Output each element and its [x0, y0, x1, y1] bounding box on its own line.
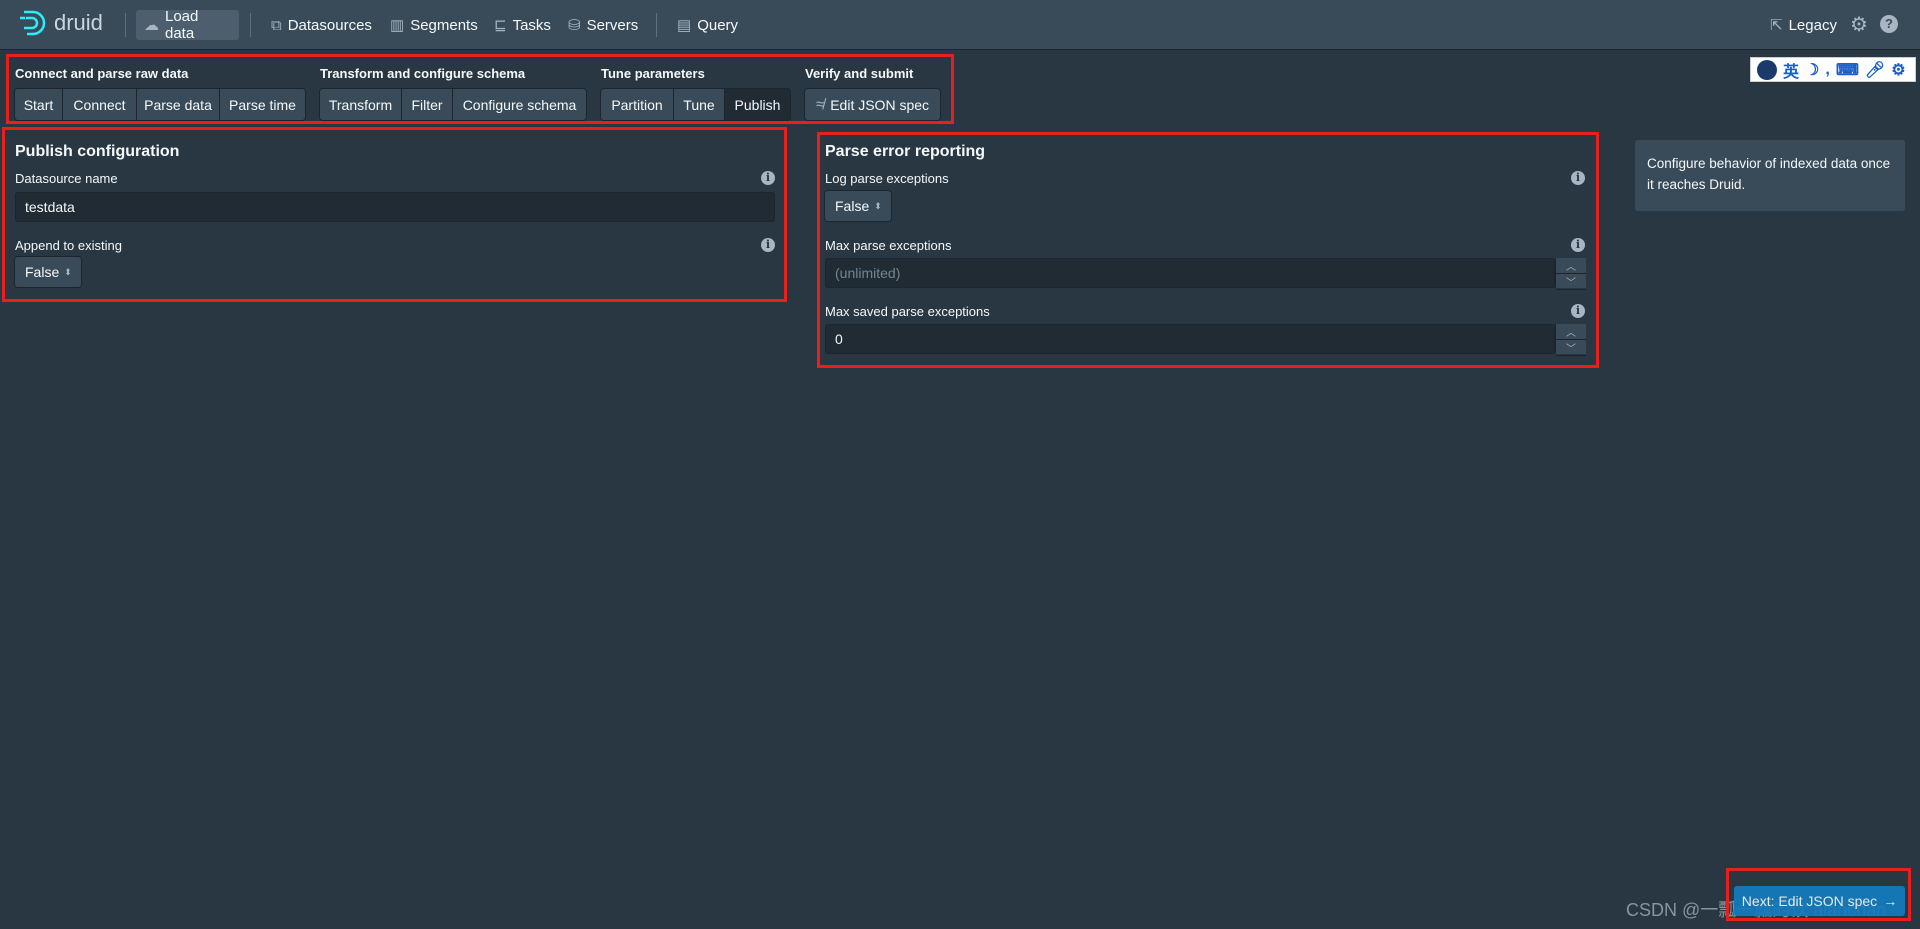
divider [125, 13, 126, 37]
nav-label: Servers [586, 16, 639, 34]
next-button[interactable]: Next: Edit JSON spec → [1734, 886, 1905, 916]
multi-select-icon: ⧉ [271, 16, 282, 34]
step-tune[interactable]: Tune [674, 89, 725, 120]
step-parse-data[interactable]: Parse data [137, 89, 220, 120]
nav-label: Segments [410, 16, 478, 34]
step-group-label: Verify and submit [805, 66, 914, 81]
step-group-label: Connect and parse raw data [15, 66, 189, 81]
step-group-transform: Transform Filter Configure schema [320, 89, 586, 120]
microphone-icon[interactable]: 🎤︎ [1865, 60, 1885, 80]
nav-label: Load data [165, 8, 199, 42]
chevron-up-icon[interactable]: ︿ [1556, 324, 1586, 340]
append-to-existing-select[interactable]: False ⬍ [15, 257, 81, 287]
step-label: Edit JSON spec [830, 96, 930, 113]
chevron-down-icon[interactable]: ﹀ [1556, 340, 1586, 356]
button-label: Next: Edit JSON spec [1741, 893, 1878, 909]
nav-datasources[interactable]: ⧉ Datasources [263, 10, 380, 40]
section-title: Publish configuration [15, 143, 180, 160]
keyboard-icon[interactable]: ⌨ [1836, 60, 1859, 80]
nav-label: Datasources [287, 16, 372, 34]
info-icon[interactable]: i [1571, 171, 1585, 185]
info-text: Configure behavior of indexed data once … [1647, 156, 1891, 192]
step-edit-json-spec[interactable]: ≉ Edit JSON spec [805, 89, 940, 120]
publish-panel: Publish configuration [15, 143, 179, 161]
ime-mode[interactable]: 英 [1783, 58, 1799, 82]
share-icon: ⇱ [1770, 17, 1783, 34]
application-icon: ▤ [677, 17, 692, 34]
step-group-label: Tune parameters [601, 66, 705, 81]
ime-logo-icon [1757, 59, 1777, 80]
divider [250, 13, 251, 37]
datasource-name-input[interactable]: testdata [15, 192, 775, 222]
manually-entered-data-icon: ≉ [815, 96, 825, 113]
ime-toolbar[interactable]: 英 ☽, ⌨ 🎤︎ ⚙ [1750, 57, 1916, 82]
nav-label: Query [697, 16, 739, 34]
nav-segments[interactable]: ▥ Segments [382, 10, 486, 40]
chevron-down-icon[interactable]: ﹀ [1556, 274, 1586, 290]
settings-icon[interactable]: ⚙ [1891, 60, 1905, 80]
gantt-chart-icon: ⊑ [494, 17, 507, 34]
logo-text: druid [54, 10, 103, 35]
step-group-tune: Partition Tune Publish [601, 89, 790, 120]
log-parse-exceptions-select[interactable]: False ⬍ [825, 191, 891, 221]
section-title: Parse error reporting [825, 143, 986, 160]
step-group-label: Transform and configure schema [320, 66, 526, 81]
legacy-label: Legacy [1788, 16, 1837, 34]
step-filter[interactable]: Filter [402, 89, 453, 120]
step-configure-schema[interactable]: Configure schema [453, 89, 586, 120]
select-value: False [835, 198, 870, 214]
top-navbar: druid ☁ Load data ⧉ Datasources ▥ Segments … [0, 0, 1920, 49]
step-start[interactable]: Start [15, 89, 63, 120]
numeric-stepper: ︿ ﹀ [1555, 324, 1586, 356]
help-icon[interactable]: ? [1880, 15, 1898, 33]
punctuation-icon[interactable]: , [1825, 61, 1829, 79]
nav-tasks[interactable]: ⊑ Tasks [486, 10, 559, 40]
moon-icon[interactable]: ☽ [1805, 60, 1819, 80]
input-value: 0 [835, 331, 843, 347]
nav-label: Tasks [512, 16, 551, 34]
max-parse-exceptions-input[interactable]: (unlimited) [825, 258, 1555, 288]
druid-logo[interactable]: druid [18, 9, 103, 37]
step-group-connect: Start Connect Parse data Parse time [15, 89, 305, 120]
max-parse-exceptions-label: Max parse exceptions [825, 238, 952, 253]
step-publish[interactable]: Publish [725, 89, 790, 120]
max-saved-parse-exceptions-input[interactable]: 0 [825, 324, 1555, 354]
max-parse-exceptions-field: (unlimited) ︿ ﹀ [825, 258, 1586, 290]
datasource-name-label: Datasource name [15, 171, 118, 186]
append-to-existing-label: Append to existing [15, 238, 122, 253]
nav-servers[interactable]: ⛁ Servers [560, 10, 646, 40]
nav-query[interactable]: ▤ Query [669, 10, 746, 40]
max-saved-parse-exceptions-field: 0 ︿ ﹀ [825, 324, 1586, 356]
druid-logo-icon [20, 10, 46, 36]
max-saved-parse-exceptions-label: Max saved parse exceptions [825, 304, 990, 319]
info-icon[interactable]: i [761, 171, 775, 185]
cloud-upload-icon: ☁ [144, 17, 159, 34]
database-icon: ⛁ [568, 17, 581, 34]
divider [656, 13, 657, 37]
placeholder: (unlimited) [835, 265, 901, 281]
legacy-link[interactable]: ⇱ Legacy [1762, 10, 1845, 40]
info-callout: Configure behavior of indexed data once … [1635, 140, 1905, 211]
arrow-right-icon: → [1883, 893, 1898, 909]
info-icon[interactable]: i [761, 238, 775, 252]
numeric-stepper: ︿ ﹀ [1555, 258, 1586, 290]
step-parse-time[interactable]: Parse time [220, 89, 305, 120]
gear-icon[interactable]: ⚙ [1850, 12, 1868, 37]
step-partition[interactable]: Partition [601, 89, 674, 120]
step-connect[interactable]: Connect [63, 89, 137, 120]
nav-load-data[interactable]: ☁ Load data [136, 8, 239, 42]
info-icon[interactable]: i [1571, 304, 1585, 318]
info-icon[interactable]: i [1571, 238, 1585, 252]
double-caret-icon: ⬍ [874, 200, 882, 211]
log-parse-exceptions-label: Log parse exceptions [825, 171, 949, 186]
double-caret-icon: ⬍ [64, 266, 72, 277]
stacked-chart-icon: ▥ [390, 17, 405, 34]
step-group-verify: ≉ Edit JSON spec [805, 89, 940, 120]
chevron-up-icon[interactable]: ︿ [1556, 258, 1586, 274]
select-value: False [25, 264, 60, 280]
step-transform[interactable]: Transform [320, 89, 402, 120]
input-value: testdata [25, 199, 75, 215]
